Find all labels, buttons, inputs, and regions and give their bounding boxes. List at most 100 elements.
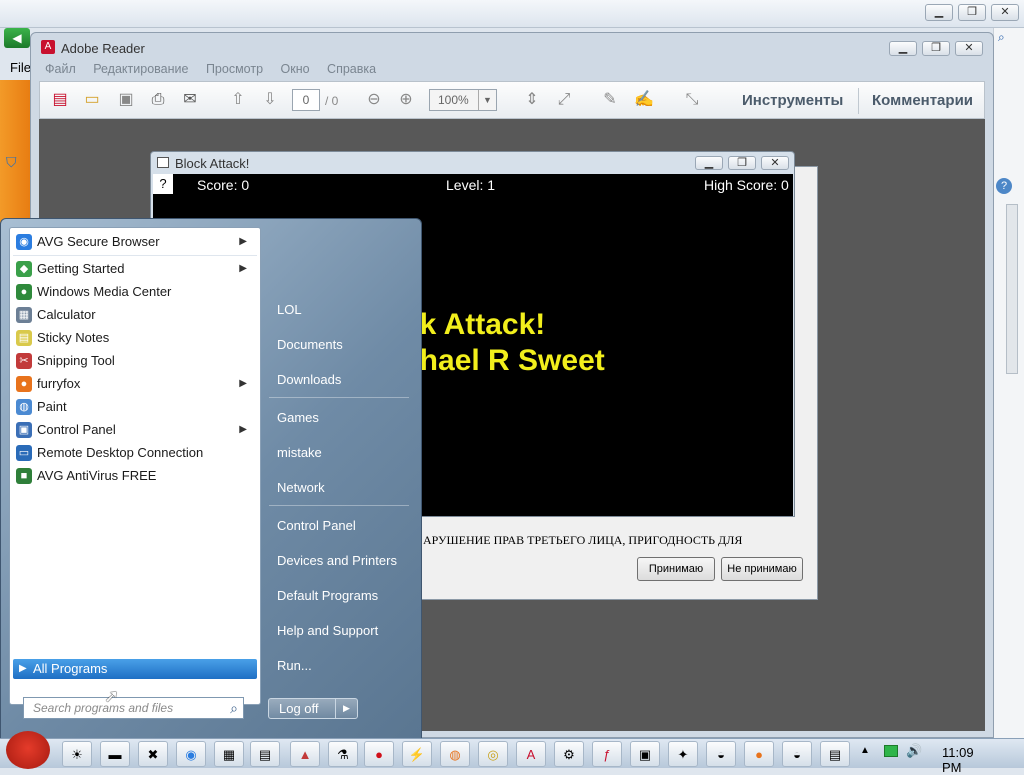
program-control-panel[interactable]: ▣ Control Panel ▶ (13, 419, 257, 441)
maximize-button[interactable]: ❐ (958, 4, 986, 21)
taskbar-app-icon[interactable]: ⚡ (402, 741, 432, 767)
game-maximize-button[interactable]: ❐ (728, 156, 756, 170)
start-right-mistake[interactable]: mistake (277, 443, 322, 463)
email-icon[interactable]: ✉ (178, 88, 202, 112)
next-page-icon[interactable]: ⇩ (258, 88, 282, 112)
print-icon[interactable]: ⎙ (146, 88, 170, 112)
antivirus-icon: ■ (16, 468, 32, 484)
taskbar-app-icon[interactable]: ⚗ (328, 741, 358, 767)
minimize-button[interactable]: ▁ (925, 4, 953, 21)
program-paint[interactable]: ◍ Paint (13, 396, 257, 418)
program-sticky-notes[interactable]: ▤ Sticky Notes (13, 327, 257, 349)
control-panel-icon: ▣ (16, 422, 32, 438)
taskbar-adobe-reader-icon[interactable]: A (516, 741, 546, 767)
menu-window[interactable]: Окно (281, 62, 310, 76)
tools-button[interactable]: Инструменты (742, 92, 843, 109)
start-right-documents[interactable]: Documents (277, 335, 343, 355)
taskbar-xm-icon[interactable]: ✖ (138, 741, 168, 767)
zoom-in-icon[interactable]: ⊕ (394, 88, 418, 112)
taskbar-firefox-icon[interactable]: ● (744, 741, 774, 767)
menu-edit[interactable]: Редактирование (93, 62, 188, 76)
menu-file[interactable]: Файл (45, 62, 76, 76)
fit-width-icon[interactable]: ⇕ (520, 88, 544, 112)
program-furryfox[interactable]: ● furryfox ▶ (13, 373, 257, 395)
page-total: / 0 (325, 94, 339, 108)
help-button[interactable]: ? (153, 174, 173, 194)
taskbar-flash-icon[interactable]: ƒ (592, 741, 622, 767)
program-avg-antivirus[interactable]: ■ AVG AntiVirus FREE (13, 465, 257, 487)
program-calculator[interactable]: ▦ Calculator (13, 304, 257, 326)
start-right-games[interactable]: Games (277, 408, 319, 428)
menu-view[interactable]: Просмотр (206, 62, 263, 76)
highlight-icon[interactable]: ✍ (632, 88, 656, 112)
taskbar-app-icon[interactable]: ◒ (706, 741, 736, 767)
zoom-out-icon[interactable]: ⊖ (362, 88, 386, 112)
battery-icon[interactable] (884, 745, 898, 757)
close-button[interactable]: ✕ (991, 4, 1019, 21)
reader-close-button[interactable]: ✕ (955, 41, 983, 56)
scrollbar[interactable] (1006, 204, 1018, 374)
file-menu[interactable]: File (10, 60, 31, 75)
back-arrow-icon[interactable]: ◀ (4, 28, 30, 48)
banner-author: chael R Sweet (403, 344, 605, 377)
start-right-network[interactable]: Network (277, 478, 325, 498)
start-right-default-programs[interactable]: Default Programs (277, 586, 378, 606)
program-remote-desktop[interactable]: ▭ Remote Desktop Connection (13, 442, 257, 464)
reader-maximize-button[interactable]: ❐ (922, 41, 950, 56)
taskbar-app-icon[interactable]: ⚙ (554, 741, 584, 767)
save-icon[interactable]: ▣ (114, 88, 138, 112)
start-right-help-support[interactable]: Help and Support (277, 621, 378, 641)
start-search-input[interactable]: Search programs and files ⌕ (23, 697, 244, 719)
taskbar-app-icon[interactable]: ▤ (820, 741, 850, 767)
program-windows-media-center[interactable]: ● Windows Media Center (13, 281, 257, 303)
taskbar-app-icon[interactable]: ✦ (668, 741, 698, 767)
start-right-run[interactable]: Run... (277, 656, 312, 676)
fit-page-icon[interactable]: ⤢ (552, 88, 576, 112)
taskbar-explorer-icon[interactable]: ☀ (62, 741, 92, 767)
help-circle-icon[interactable]: ? (996, 178, 1012, 194)
open-folder-icon[interactable]: ▭ (80, 88, 104, 112)
start-right-devices-printers[interactable]: Devices and Printers (277, 551, 397, 571)
chevron-right-icon: ▶ (239, 424, 247, 435)
menu-help[interactable]: Справка (327, 62, 376, 76)
taskbar-app-icon[interactable]: ▦ (214, 741, 244, 767)
taskbar-cmd-icon[interactable]: ▬ (100, 741, 130, 767)
taskbar-opera-icon[interactable]: ● (364, 741, 394, 767)
firefox-icon: ● (16, 376, 32, 392)
game-close-button[interactable]: ✕ (761, 156, 789, 170)
taskbar-app-icon[interactable]: ◍ (440, 741, 470, 767)
game-minimize-button[interactable]: ▁ (695, 156, 723, 170)
zoom-select[interactable]: 100% ▼ (429, 89, 497, 111)
start-right-control-panel[interactable]: Control Panel (277, 516, 356, 536)
program-getting-started[interactable]: ◆ Getting Started ▶ (13, 258, 257, 280)
start-button-angry-bird-icon[interactable] (6, 731, 50, 769)
program-avg-secure-browser[interactable]: ◉ AVG Secure Browser ▶ (13, 231, 257, 253)
comments-button[interactable]: Комментарии (872, 92, 973, 109)
page-number-input[interactable]: 0 (292, 89, 320, 111)
clock[interactable]: 11:09 PM (942, 745, 974, 775)
all-programs-button[interactable]: ▶ All Programs (13, 659, 257, 679)
create-pdf-icon[interactable]: ▤ (48, 88, 72, 112)
fullscreen-icon[interactable]: ⤡ (680, 88, 704, 112)
logoff-options-arrow-icon[interactable]: ▶ (335, 699, 357, 718)
program-snipping-tool[interactable]: ✂ Snipping Tool (13, 350, 257, 372)
volume-icon[interactable]: 🔊 (906, 743, 922, 759)
calculator-icon: ▦ (16, 307, 32, 323)
show-hidden-icons-icon[interactable]: ▲ (860, 745, 870, 756)
reader-minimize-button[interactable]: ▁ (889, 41, 917, 56)
taskbar-browser-icon[interactable]: ◉ (176, 741, 206, 767)
taskbar-app-icon[interactable]: ▣ (630, 741, 660, 767)
taskbar-app-icon[interactable]: ◎ (478, 741, 508, 767)
start-right-lol[interactable]: LOL (277, 300, 302, 320)
search-icon[interactable]: ⌕ (998, 30, 1005, 45)
taskbar-app-icon[interactable]: ▲ (290, 741, 320, 767)
divider (13, 255, 257, 256)
start-right-downloads[interactable]: Downloads (277, 370, 341, 390)
taskbar-app-icon[interactable]: ◒ (782, 741, 812, 767)
comment-icon[interactable]: ✎ (598, 88, 622, 112)
taskbar-app-icon[interactable]: ▤ (250, 741, 280, 767)
decline-button[interactable]: Не принимаю (721, 557, 803, 581)
previous-page-icon[interactable]: ⇧ (226, 88, 250, 112)
logoff-button[interactable]: Log off ▶ (268, 698, 358, 719)
accept-button[interactable]: Принимаю (637, 557, 715, 581)
